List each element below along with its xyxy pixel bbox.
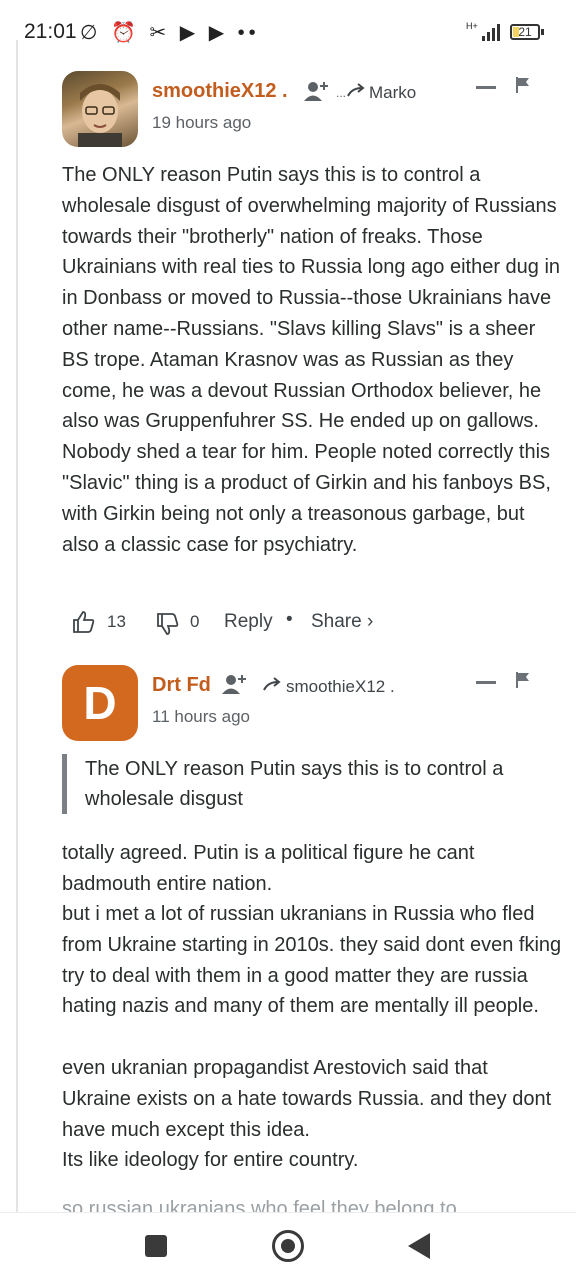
- collapse-icon[interactable]: [476, 681, 496, 684]
- upvote-count: 13: [107, 612, 126, 631]
- reply-to-user[interactable]: smoothieX12 .: [286, 677, 395, 697]
- comment-actions: 13 0 Reply • Share ›: [0, 608, 576, 638]
- avatar-photo: [78, 84, 122, 147]
- network-type: H+: [466, 21, 478, 31]
- clock: 21:01: [24, 20, 77, 43]
- battery-tip: [541, 29, 544, 35]
- separator-dot: •: [286, 609, 293, 630]
- comment-author[interactable]: smoothieX12 .: [152, 80, 288, 103]
- avatar[interactable]: [62, 71, 138, 147]
- comment-timestamp[interactable]: 19 hours ago: [152, 113, 251, 133]
- follow-user-icon[interactable]: [304, 80, 330, 102]
- collapse-icon[interactable]: [476, 86, 496, 89]
- notification-icons: ∅ ⏰ ✂ ▶ ▶ ••: [80, 22, 260, 44]
- quoted-text: The ONLY reason Putin says this is to co…: [62, 754, 552, 814]
- signal-icon: [482, 24, 500, 41]
- flag-icon[interactable]: [516, 77, 530, 93]
- reply-button[interactable]: Reply: [224, 611, 273, 633]
- system-nav-bar: [0, 1212, 576, 1281]
- comment-body: The ONLY reason Putin says this is to co…: [62, 164, 561, 556]
- reply-arrow-icon: ...: [336, 83, 365, 100]
- flag-icon[interactable]: [516, 672, 530, 688]
- comment-body-line: Its like ideology for entire country.: [62, 1149, 359, 1171]
- follow-user-icon[interactable]: [222, 673, 248, 695]
- comment-body-line: even ukranian propagandist Arestovich sa…: [62, 1057, 552, 1141]
- upvote-icon[interactable]: [72, 610, 96, 634]
- comment-body-cutoff: so russian ukranians who feel they belon…: [62, 1198, 457, 1212]
- comment-timestamp[interactable]: 11 hours ago: [152, 707, 250, 727]
- downvote-count: 0: [190, 612, 200, 631]
- downvote-icon[interactable]: [156, 612, 180, 636]
- home-button[interactable]: [272, 1230, 304, 1262]
- reply-to-user[interactable]: Marko: [369, 83, 416, 103]
- status-bar: 21:01 ∅ ⏰ ✂ ▶ ▶ •• H+ 21: [0, 0, 576, 64]
- battery-level: 21: [518, 25, 532, 39]
- back-button[interactable]: [408, 1233, 430, 1259]
- comment-body-line: totally agreed. Putin is a political fig…: [62, 842, 475, 895]
- recent-apps-button[interactable]: [145, 1235, 167, 1257]
- svg-text:...: ...: [336, 86, 346, 100]
- share-button[interactable]: Share ›: [311, 611, 373, 633]
- comment-author[interactable]: Drt Fd: [152, 674, 211, 697]
- reply-arrow-icon: [263, 677, 281, 691]
- avatar[interactable]: D: [62, 665, 138, 741]
- battery-icon: 21: [510, 24, 540, 40]
- comment-body-line: but i met a lot of russian ukranians in …: [62, 903, 562, 1018]
